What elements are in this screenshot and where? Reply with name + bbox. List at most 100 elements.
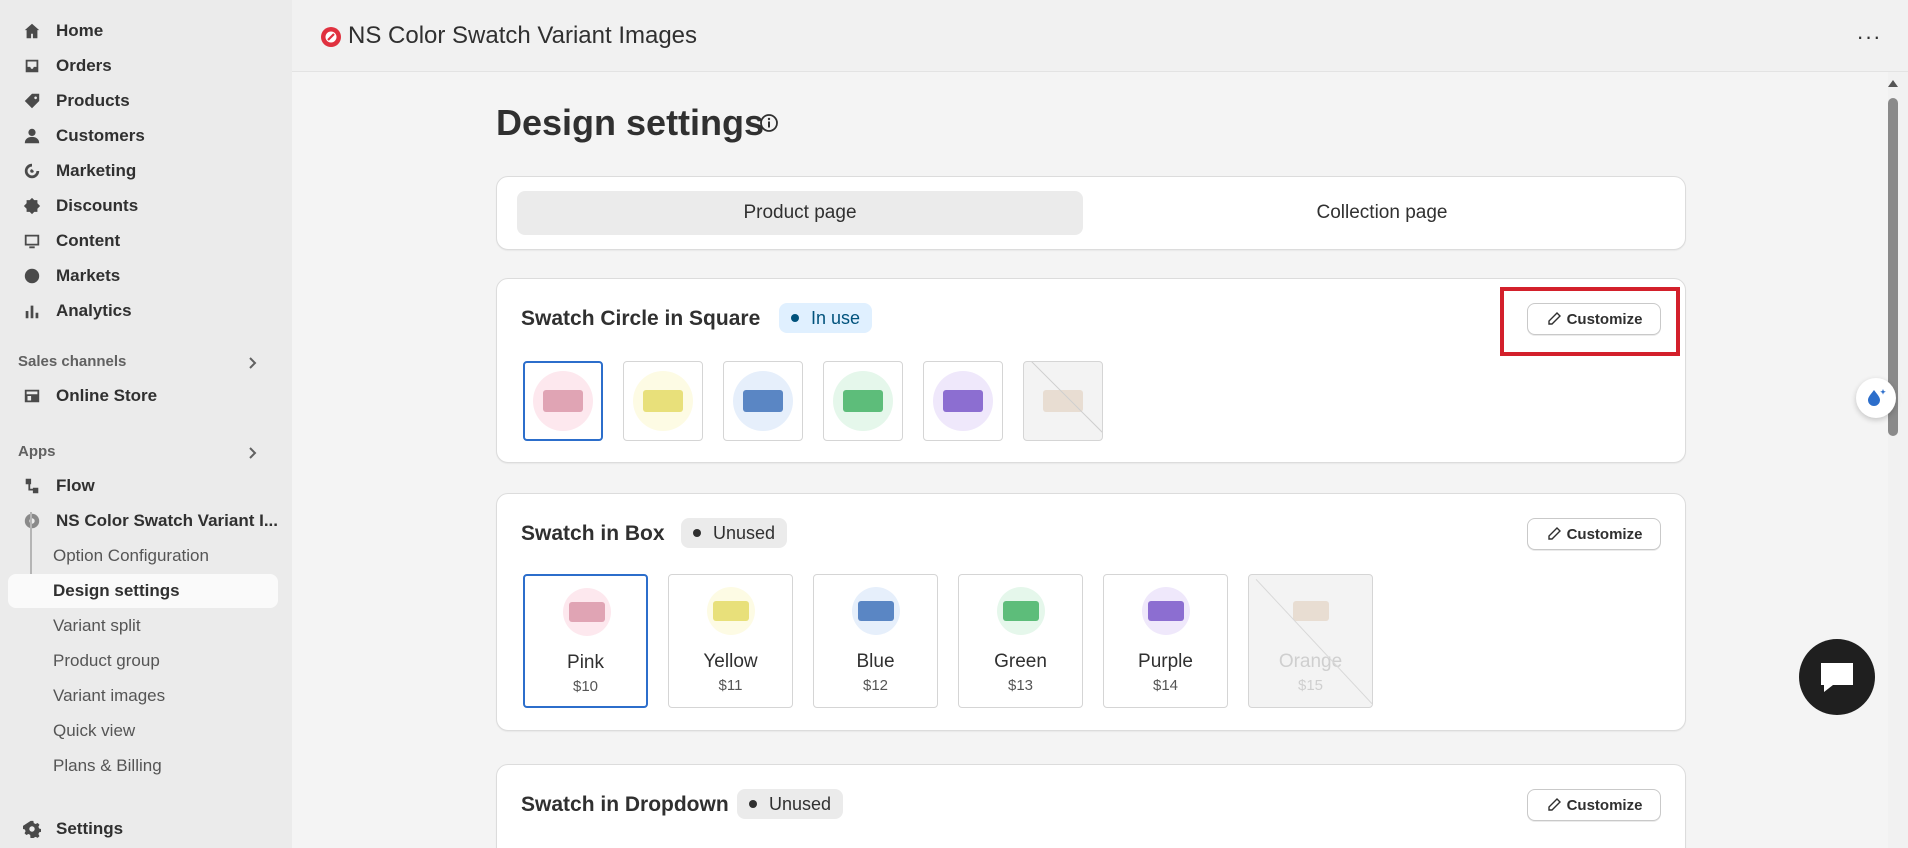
swatch-yellow[interactable] bbox=[623, 361, 703, 441]
swatch-in-dropdown-card: Swatch in Dropdown Unused Customize bbox=[496, 764, 1686, 848]
sidebar-subitem-variant-images[interactable]: Variant images bbox=[8, 679, 278, 713]
swatch-blue[interactable] bbox=[723, 361, 803, 441]
color-drop-button[interactable] bbox=[1856, 378, 1896, 418]
swatch-in-box-card: Swatch in Box Unused Customize Pink $10 … bbox=[496, 493, 1686, 731]
page-title: Design settings bbox=[496, 102, 765, 143]
store-icon bbox=[22, 386, 42, 406]
sidebar-item-flow[interactable]: Flow bbox=[8, 469, 278, 503]
status-badge: Unused bbox=[737, 789, 844, 819]
sidebar-item-label: Products bbox=[56, 91, 130, 110]
chevron-right-icon[interactable] bbox=[244, 445, 260, 461]
green-pillow bbox=[1003, 601, 1039, 621]
card-title: Swatch Circle in Square bbox=[521, 307, 761, 330]
sidebar-item-online-store[interactable]: Online Store bbox=[8, 379, 278, 413]
apps-heading: Apps bbox=[18, 443, 56, 460]
sidebar-item-label: Customers bbox=[56, 126, 145, 145]
purple-pillow bbox=[943, 390, 983, 412]
box-swatch-yellow[interactable]: Yellow $11 bbox=[668, 574, 793, 708]
chat-bubble-icon bbox=[1821, 663, 1853, 692]
sidebar-item-label: Discounts bbox=[56, 196, 139, 215]
sidebar-item-content[interactable]: Content bbox=[8, 224, 278, 258]
pencil-icon bbox=[1547, 527, 1561, 540]
green-pillow bbox=[843, 390, 883, 412]
tab-collection-page[interactable]: Collection page bbox=[1097, 191, 1667, 235]
bar-chart-icon bbox=[22, 301, 42, 321]
swatch-pink[interactable] bbox=[523, 361, 603, 441]
sidebar-subitem-variant-split[interactable]: Variant split bbox=[8, 609, 278, 643]
status-text: Unused bbox=[713, 522, 776, 543]
status-badge: Unused bbox=[681, 518, 788, 548]
swatch-name: Pink bbox=[567, 652, 604, 673]
swatch-name: Orange bbox=[1278, 651, 1343, 672]
chat-button[interactable] bbox=[1799, 639, 1875, 715]
orange-pillow bbox=[1043, 390, 1083, 412]
flow-icon bbox=[22, 476, 42, 496]
swatch-price: $14 bbox=[1152, 677, 1179, 694]
customize-button[interactable]: Customize bbox=[1527, 518, 1661, 550]
orange-pillow bbox=[1293, 601, 1329, 621]
sidebar-item-label: Analytics bbox=[56, 301, 132, 320]
swatch-price: $15 bbox=[1297, 677, 1324, 694]
box-swatch-purple[interactable]: Purple $14 bbox=[1103, 574, 1228, 708]
box-swatch-orange[interactable]: Orange $15 bbox=[1248, 574, 1373, 708]
sidebar-item-settings[interactable]: Settings bbox=[8, 812, 278, 846]
highlight-box bbox=[1500, 287, 1680, 356]
pink-pillow bbox=[543, 390, 583, 412]
status-text: In use bbox=[811, 307, 861, 328]
image-icon bbox=[22, 231, 42, 251]
sidebar-item-analytics[interactable]: Analytics bbox=[8, 294, 278, 328]
more-actions-button[interactable]: ··· bbox=[1854, 22, 1884, 52]
customize-label: Customize bbox=[1566, 796, 1643, 814]
pink-pillow bbox=[569, 602, 605, 622]
page-type-tabs: Product page Collection page bbox=[496, 176, 1686, 250]
sidebar: Home Orders Products Customers Marketing… bbox=[0, 0, 292, 848]
purple-pillow bbox=[1148, 601, 1184, 621]
sidebar-item-label: Flow bbox=[56, 476, 95, 495]
status-text: Unused bbox=[769, 793, 832, 814]
sidebar-item-label: Markets bbox=[56, 266, 121, 285]
swatch-price: $13 bbox=[1007, 677, 1034, 694]
sidebar-subitem-design-settings[interactable]: Design settings bbox=[8, 574, 278, 608]
swatch-name: Blue bbox=[856, 651, 895, 672]
app-title: NS Color Swatch Variant Images bbox=[348, 22, 698, 49]
scroll-up-arrow[interactable] bbox=[1888, 80, 1898, 87]
sidebar-subitem-plans-billing[interactable]: Plans & Billing bbox=[8, 749, 278, 783]
box-swatch-blue[interactable]: Blue $12 bbox=[813, 574, 938, 708]
card-title: Swatch in Box bbox=[521, 522, 665, 545]
blue-pillow bbox=[743, 390, 783, 412]
status-dot bbox=[791, 314, 799, 322]
swatch-price: $11 bbox=[718, 677, 743, 694]
sidebar-item-customers[interactable]: Customers bbox=[8, 119, 278, 153]
swatch-green[interactable] bbox=[823, 361, 903, 441]
sidebar-item-marketing[interactable]: Marketing bbox=[8, 154, 278, 188]
sidebar-item-orders[interactable]: Orders bbox=[8, 49, 278, 83]
swatch-price: $12 bbox=[862, 677, 889, 694]
swatch-purple[interactable] bbox=[923, 361, 1003, 441]
box-swatch-green[interactable]: Green $13 bbox=[958, 574, 1083, 708]
info-icon[interactable] bbox=[758, 112, 780, 134]
sidebar-item-label: Home bbox=[56, 21, 104, 40]
inbox-icon bbox=[22, 56, 42, 76]
person-icon bbox=[22, 126, 42, 146]
sidebar-subitem-option-configuration[interactable]: Option Configuration bbox=[8, 539, 278, 573]
swatch-name: Purple bbox=[1138, 651, 1193, 672]
chevron-right-icon[interactable] bbox=[244, 355, 260, 371]
sidebar-subitem-product-group[interactable]: Product group bbox=[8, 644, 278, 678]
sidebar-item-label: Marketing bbox=[56, 161, 137, 180]
swatch-orange[interactable] bbox=[1023, 361, 1103, 441]
app-logo-icon bbox=[321, 27, 341, 47]
sidebar-item-ns-color-swatch[interactable]: NS Color Swatch Variant I... bbox=[8, 504, 278, 538]
sidebar-item-products[interactable]: Products bbox=[8, 84, 278, 118]
sidebar-subitem-quick-view[interactable]: Quick view bbox=[8, 714, 278, 748]
customize-button[interactable]: Customize bbox=[1527, 789, 1661, 821]
main-content: Design settings Product page Collection … bbox=[292, 72, 1888, 848]
sidebar-item-home[interactable]: Home bbox=[8, 14, 278, 48]
tab-product-page[interactable]: Product page bbox=[517, 191, 1083, 235]
status-dot bbox=[693, 529, 701, 537]
sidebar-item-markets[interactable]: Markets bbox=[8, 259, 278, 293]
yellow-pillow bbox=[713, 601, 749, 621]
discount-icon bbox=[22, 196, 42, 216]
status-dot bbox=[749, 800, 757, 808]
box-swatch-pink[interactable]: Pink $10 bbox=[523, 574, 648, 708]
sidebar-item-discounts[interactable]: Discounts bbox=[8, 189, 278, 223]
